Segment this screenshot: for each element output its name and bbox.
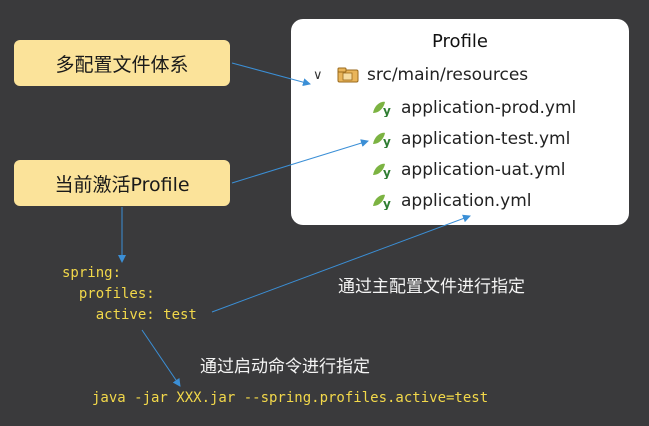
arrow-multi-config-to-folder (231, 62, 311, 87)
arrow-yaml-to-command (141, 329, 181, 387)
arrow-yaml-to-application (211, 214, 471, 313)
connector-arrows (118, 62, 471, 387)
arrow-active-profile-to-test-file (231, 139, 369, 184)
